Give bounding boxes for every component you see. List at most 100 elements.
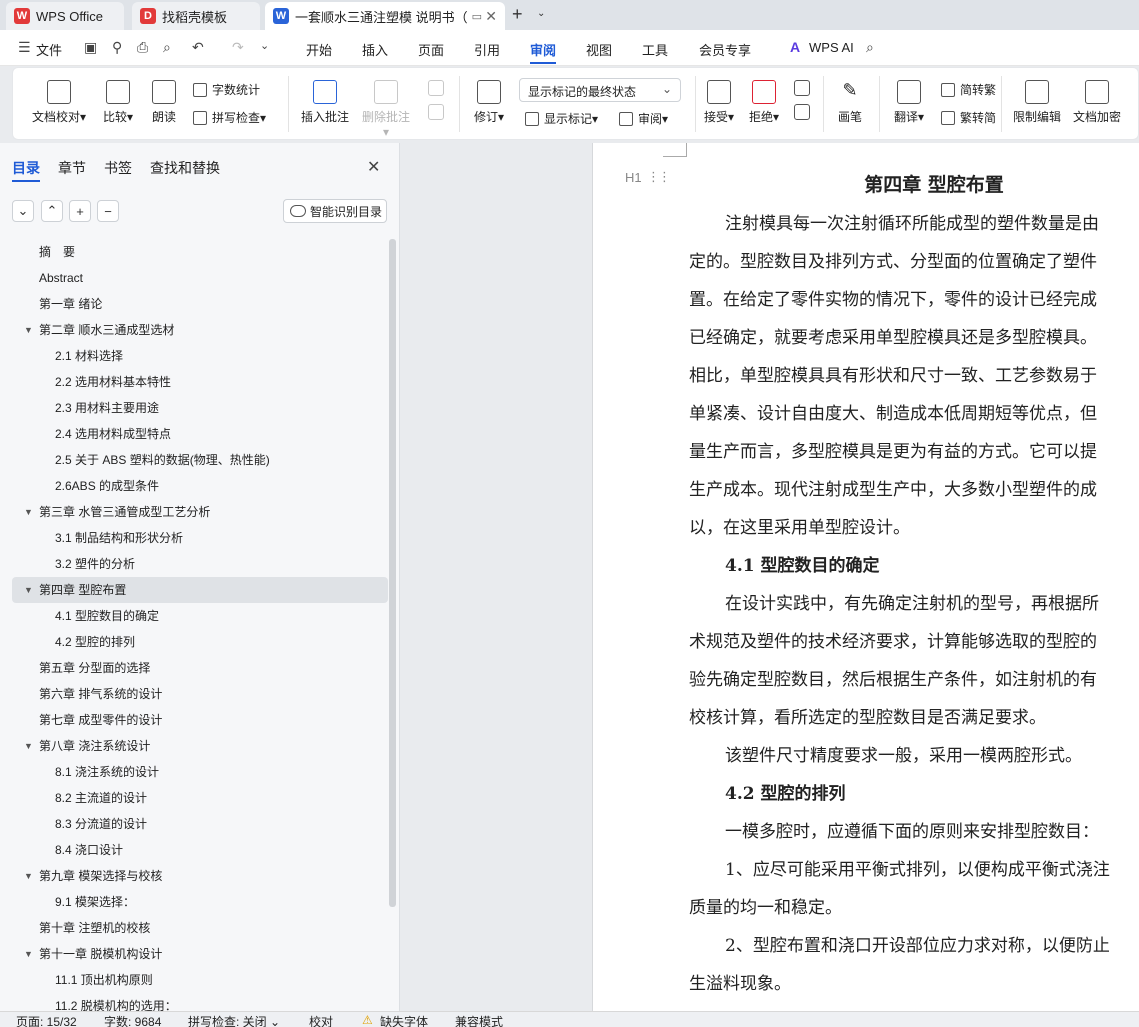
menu-view[interactable]: 视图: [586, 40, 612, 59]
expand-triangle-icon[interactable]: ▼: [24, 499, 33, 525]
missing-font-status[interactable]: 缺失字体: [380, 1013, 428, 1027]
toc-item[interactable]: 第六章 排气系统的设计: [12, 681, 388, 707]
word-count-status[interactable]: 字数: 9684: [104, 1013, 161, 1027]
toc-item[interactable]: 2.2 选用材料基本特性: [12, 369, 388, 395]
toc-item[interactable]: 3.1 制品结构和形状分析: [12, 525, 388, 551]
menu-page[interactable]: 页面: [418, 40, 444, 59]
word-count-button[interactable]: 字数统计: [193, 81, 260, 98]
toc-item[interactable]: ▼ 第八章 浇注系统设计: [12, 733, 388, 759]
menu-insert[interactable]: 插入: [362, 40, 388, 59]
toc-item[interactable]: ▼ 第四章 型腔布置: [12, 577, 388, 603]
toc-item[interactable]: 9.1 模架选择：: [12, 889, 388, 915]
to-simplified-button[interactable]: 繁转简: [941, 109, 996, 126]
toc-item[interactable]: 8.3 分流道的设计: [12, 811, 388, 837]
toc-item[interactable]: 8.2 主流道的设计: [12, 785, 388, 811]
revise-button[interactable]: 修订▾: [469, 80, 509, 125]
toc-item[interactable]: 11.1 顶出机构原则: [12, 967, 388, 993]
print-preview-icon[interactable]: ⌕: [163, 39, 171, 56]
proofread-button[interactable]: 文档校对▾: [29, 80, 89, 125]
expand-up-button[interactable]: ⌃: [41, 200, 63, 222]
toc-item[interactable]: 2.6ABS 的成型条件: [12, 473, 388, 499]
delete-comment-button[interactable]: 删除批注▾: [360, 80, 412, 139]
tab-find-replace[interactable]: 查找和替换: [150, 158, 220, 178]
proof-status[interactable]: 校对: [309, 1013, 333, 1027]
toc-item[interactable]: ▼ 第十一章 脱模机构设计: [12, 941, 388, 967]
toc-item[interactable]: 摘 要: [12, 239, 388, 265]
accept-button[interactable]: 接受▾: [701, 80, 737, 125]
menu-file[interactable]: 文件: [36, 40, 62, 59]
toc-item[interactable]: ▼ 第二章 顺水三通成型选材: [12, 317, 388, 343]
show-marks-button[interactable]: 显示标记 ▾: [525, 110, 598, 127]
menu-member[interactable]: 会员专享: [699, 40, 751, 59]
chevron-down-icon[interactable]: ⌄: [537, 8, 545, 19]
expand-triangle-icon[interactable]: ▼: [24, 863, 33, 889]
tab-template[interactable]: D 找稻壳模板: [132, 2, 260, 30]
review-pane-button[interactable]: 审阅 ▾: [619, 110, 668, 127]
read-aloud-button[interactable]: 朗读: [147, 80, 181, 125]
menu-reference[interactable]: 引用: [474, 40, 500, 59]
smart-toc-button[interactable]: 智能识别目录: [283, 199, 387, 223]
expand-triangle-icon[interactable]: ▼: [24, 733, 33, 759]
compare-button[interactable]: 比较▾: [98, 80, 138, 125]
toc-item[interactable]: 2.5 关于 ABS 塑料的数据(物理、热性能): [12, 447, 388, 473]
close-tab-icon[interactable]: ✕: [485, 8, 497, 25]
menu-home[interactable]: 开始: [306, 40, 332, 59]
tab-bookmarks[interactable]: 书签: [104, 158, 132, 178]
toc-item[interactable]: 2.1 材料选择: [12, 343, 388, 369]
toc-item[interactable]: 8.4 浇口设计: [12, 837, 388, 863]
tab-wps-office[interactable]: W WPS Office: [6, 2, 124, 30]
tab-sections[interactable]: 章节: [58, 158, 86, 178]
menu-review[interactable]: 审阅: [530, 40, 557, 64]
document-body[interactable]: 第四章 型腔布置 注射模具每一次注射循环所能成型的塑件数量是由 定的。型腔数目及排…: [689, 165, 1139, 1003]
toc-item[interactable]: Abstract: [12, 265, 388, 291]
page-indicator[interactable]: 页面: 15/32: [16, 1013, 77, 1027]
toc-item[interactable]: 2.3 用材料主要用途: [12, 395, 388, 421]
save-icon[interactable]: ▣: [84, 39, 97, 56]
toc-item[interactable]: 第一章 绪论: [12, 291, 388, 317]
reject-button[interactable]: 拒绝▾: [746, 80, 782, 125]
toc-item[interactable]: 第十章 注塑机的校核: [12, 915, 388, 941]
toc-item[interactable]: 3.2 塑件的分析: [12, 551, 388, 577]
toc-item[interactable]: 4.2 型腔的排列: [12, 629, 388, 655]
review-pane-icon: [619, 111, 633, 126]
new-tab-icon[interactable]: +: [512, 4, 523, 25]
toc-item[interactable]: 4.1 型腔数目的确定: [12, 603, 388, 629]
share-icon[interactable]: ⚲: [112, 39, 122, 56]
display-mode-select[interactable]: 显示标记的最终状态 ⌄: [519, 78, 681, 102]
toc-item[interactable]: ▼ 第三章 水管三通管成型工艺分析: [12, 499, 388, 525]
menu-wps-ai[interactable]: WPS AI: [809, 40, 854, 55]
to-traditional-button[interactable]: 简转繁: [941, 81, 996, 98]
expand-triangle-icon[interactable]: ▼: [24, 577, 33, 603]
expand-triangle-icon[interactable]: ▼: [24, 317, 33, 343]
toc-item[interactable]: 2.4 选用材料成型特点: [12, 421, 388, 447]
scrollbar[interactable]: [389, 239, 396, 907]
search-icon[interactable]: ⌕: [866, 39, 874, 56]
tab-toc[interactable]: 目录: [12, 158, 40, 182]
spell-check-status[interactable]: 拼写检查: 关闭 ⌄: [188, 1013, 280, 1027]
prev-change-button[interactable]: [791, 80, 813, 124]
add-heading-button[interactable]: +: [69, 200, 91, 222]
expand-triangle-icon[interactable]: ▼: [24, 941, 33, 967]
prev-comment-button[interactable]: [425, 80, 447, 124]
doc-encrypt-button[interactable]: 文档加密: [1071, 80, 1123, 125]
pen-button[interactable]: ✎ 画笔: [835, 80, 865, 125]
remove-heading-button[interactable]: −: [97, 200, 119, 222]
undo-icon[interactable]: ↶: [192, 39, 204, 56]
toc-item[interactable]: 第七章 成型零件的设计: [12, 707, 388, 733]
toc-item[interactable]: ▼ 第九章 模架选择与校核: [12, 863, 388, 889]
insert-comment-button[interactable]: 插入批注: [299, 80, 351, 125]
redo-icon[interactable]: ↷: [232, 39, 244, 56]
more-chevron-icon[interactable]: ⌄: [260, 39, 269, 52]
tab-document[interactable]: W 一套顺水三通注塑模 说明书（ ▭ ✕: [265, 2, 505, 30]
close-panel-icon[interactable]: ✕: [367, 157, 380, 177]
restrict-edit-button[interactable]: 限制编辑: [1011, 80, 1063, 125]
heading-level-marker[interactable]: H1: [625, 170, 642, 185]
toc-item[interactable]: 第五章 分型面的选择: [12, 655, 388, 681]
collapse-all-button[interactable]: ⌄: [12, 200, 34, 222]
spell-check-button[interactable]: 拼写检查 ▾: [193, 109, 266, 126]
toc-item[interactable]: 8.1 浇注系统的设计: [12, 759, 388, 785]
print-icon[interactable]: ⎙: [137, 39, 148, 56]
hamburger-menu-icon[interactable]: ☰: [18, 39, 31, 56]
translate-button[interactable]: 翻译▾: [889, 80, 929, 125]
menu-tools[interactable]: 工具: [642, 40, 668, 59]
